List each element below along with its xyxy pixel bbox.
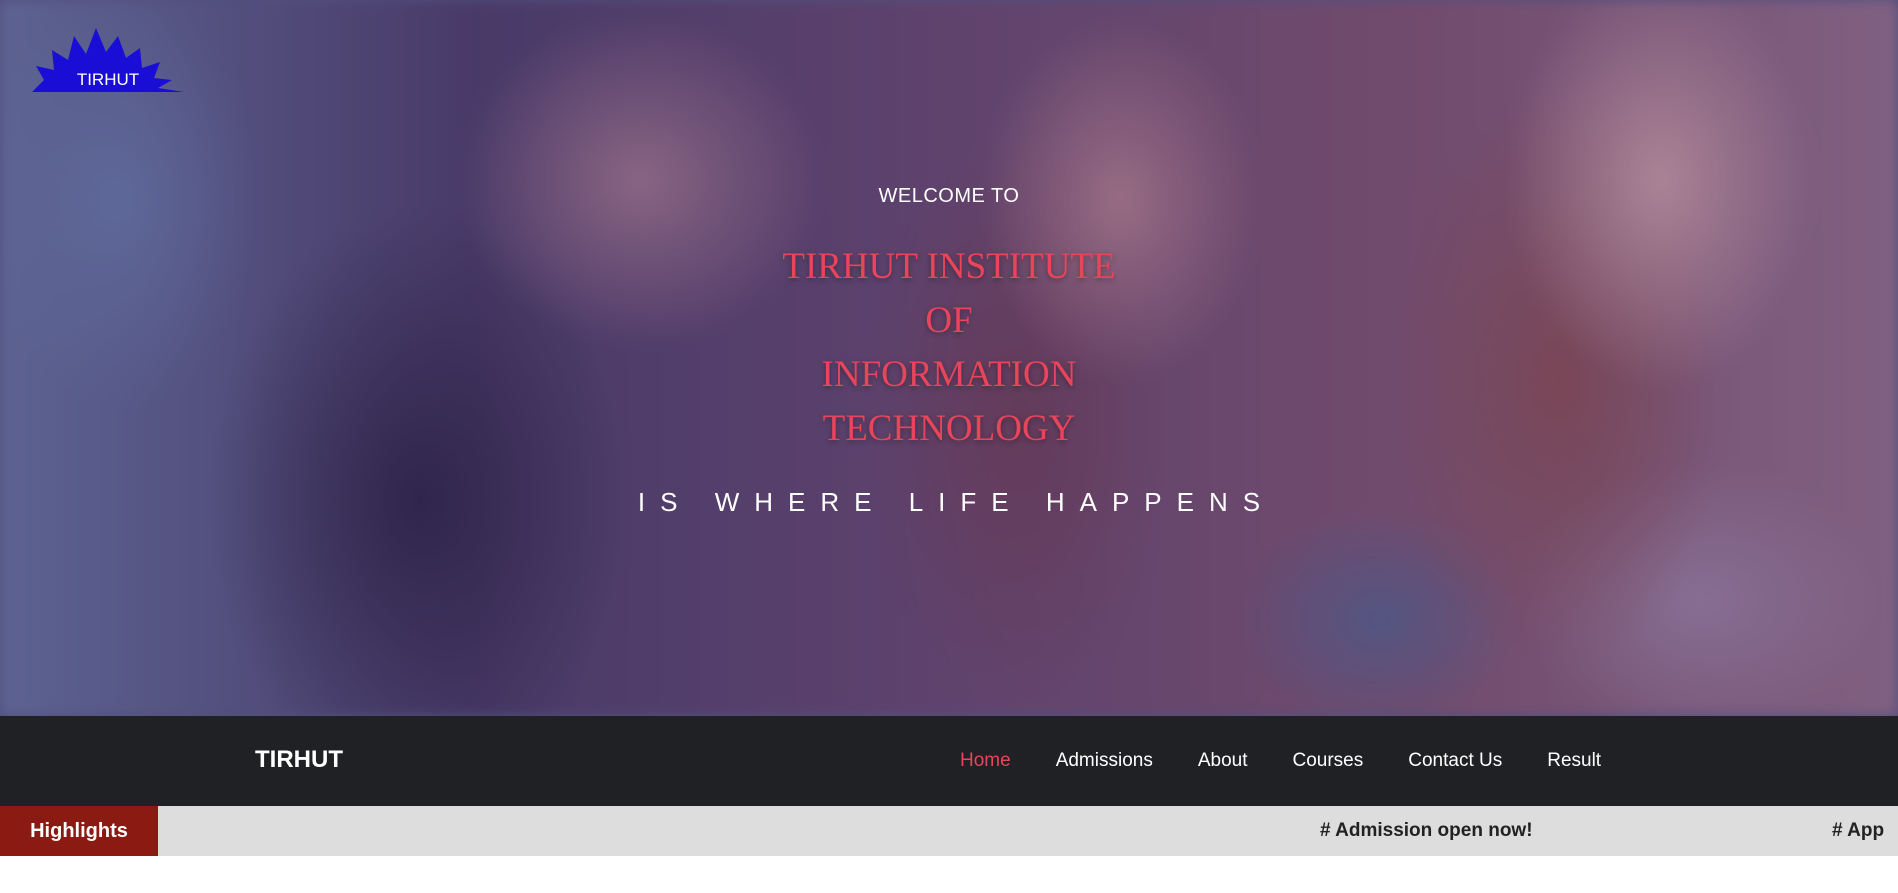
nav-link-about[interactable]: About: [1198, 750, 1248, 776]
highlights-bar: Highlights # Admission open now! # App: [0, 806, 1898, 856]
ticker-item[interactable]: # App: [1832, 806, 1884, 856]
navbar-brand[interactable]: TIRHUT: [255, 746, 343, 774]
welcome-text: WELCOME TO: [878, 185, 1020, 207]
site-logo[interactable]: TIRHUT: [30, 28, 186, 94]
hero-title-line: OF: [925, 300, 973, 341]
nav-link-home[interactable]: Home: [960, 750, 1011, 776]
highlights-ticker: # Admission open now! # App: [158, 806, 1898, 856]
nav-link-courses[interactable]: Courses: [1293, 750, 1364, 776]
hero-title-line: TIRHUT INSTITUTE: [782, 246, 1116, 287]
nav-link-admissions[interactable]: Admissions: [1056, 750, 1153, 776]
nav-link-contact-us[interactable]: Contact Us: [1408, 750, 1502, 776]
ticker-item[interactable]: # Admission open now!: [1320, 806, 1533, 856]
nav-links: Home Admissions About Courses Contact Us…: [960, 750, 1646, 776]
highlights-label: Highlights: [0, 806, 158, 856]
hero-banner: TIRHUT WELCOME TO TIRHUT INSTITUTE OF IN…: [0, 0, 1898, 716]
nav-link-result[interactable]: Result: [1547, 750, 1601, 776]
logo-text: TIRHUT: [76, 70, 140, 89]
hero-title-line: TECHNOLOGY: [822, 408, 1076, 449]
hero-title-line: INFORMATION: [821, 354, 1077, 395]
hero-tagline: IS WHERE LIFE HAPPENS: [637, 487, 1276, 517]
main-navbar: TIRHUT Home Admissions About Courses Con…: [0, 716, 1898, 806]
